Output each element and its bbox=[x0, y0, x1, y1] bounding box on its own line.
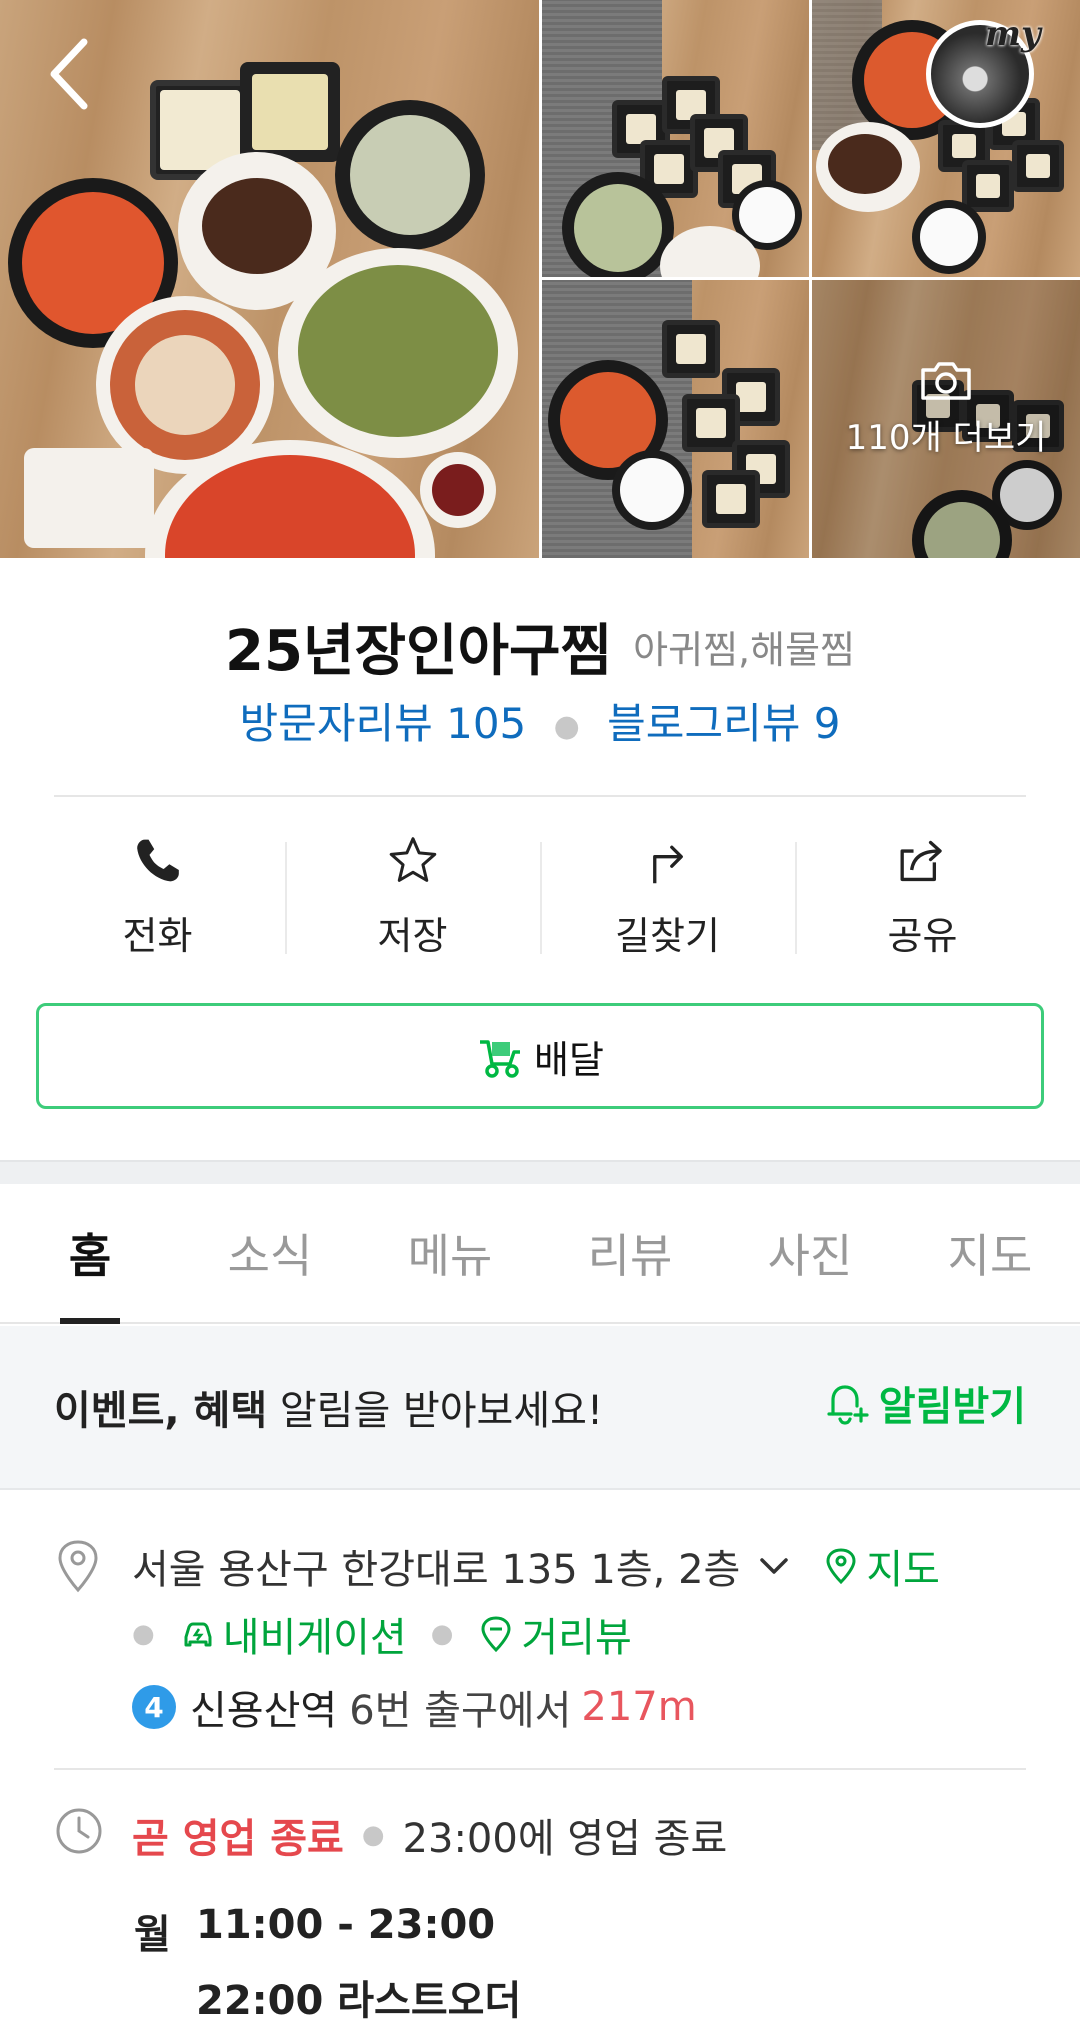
navigation-link[interactable]: 내비게이션 bbox=[179, 1605, 407, 1663]
streetview-link-label: 거리뷰 bbox=[521, 1615, 632, 1661]
my-tag: my bbox=[985, 14, 1041, 54]
camera-icon bbox=[921, 362, 971, 400]
notification-bold-text: 이벤트, 혜택 bbox=[54, 1388, 268, 1434]
hours-time: 11:00 - 23:00 bbox=[196, 1902, 496, 1948]
delivery-truck-icon bbox=[480, 1040, 521, 1078]
notification-banner: 이벤트, 혜택 알림을 받아보세요! 알림받기 bbox=[0, 1326, 1080, 1490]
subscribe-alerts-label: 알림받기 bbox=[878, 1384, 1026, 1430]
tab-home[interactable]: 홈 bbox=[0, 1184, 180, 1324]
delivery-label: 배달 bbox=[534, 1037, 604, 1082]
tab-map[interactable]: 지도 bbox=[900, 1184, 1080, 1322]
place-category: 아귀찜,해물찜 bbox=[633, 628, 855, 672]
streetview-pin-icon bbox=[481, 1616, 511, 1653]
business-hours-row[interactable]: 곧 영업 종료 ● 23:00에 영업 종료 bbox=[132, 1806, 727, 1864]
separator-dot: ● bbox=[430, 1619, 454, 1649]
location-pin-icon bbox=[58, 1540, 98, 1593]
directions-button[interactable]: 길찾기 bbox=[540, 830, 795, 960]
notification-plain-text: 알림을 받아보세요! bbox=[267, 1388, 603, 1434]
clock-icon bbox=[56, 1808, 102, 1854]
share-label: 공유 bbox=[887, 914, 958, 958]
visitor-reviews-link[interactable]: 방문자리뷰 105 bbox=[240, 699, 527, 748]
delivery-button[interactable]: 배달 bbox=[36, 1003, 1044, 1109]
more-photos-label: 110개 더보기 bbox=[845, 418, 1047, 458]
separator-dot: ● bbox=[361, 1820, 385, 1850]
last-order-time: 22:00 라스트오더 bbox=[196, 1978, 522, 2019]
address-row: 서울 용산구 한강대로 135 1층, 2층 지도 bbox=[132, 1537, 940, 1595]
call-label: 전화 bbox=[122, 914, 193, 958]
place-name: 25년장인아구찜 bbox=[225, 619, 613, 684]
chevron-left-icon bbox=[50, 38, 88, 110]
map-pin-icon bbox=[826, 1548, 856, 1585]
directions-icon bbox=[652, 845, 683, 884]
back-button[interactable] bbox=[40, 34, 100, 114]
tab-menu[interactable]: 메뉴 bbox=[360, 1184, 540, 1322]
car-icon bbox=[184, 1622, 212, 1647]
call-button[interactable]: 전화 bbox=[30, 830, 285, 960]
business-hours-summary: 23:00에 영업 종료 bbox=[402, 1816, 728, 1862]
more-photos-button[interactable]: 110개 더보기 bbox=[812, 360, 1080, 459]
chevron-down-icon[interactable] bbox=[756, 1548, 792, 1584]
action-bar: 전화 저장 길찾기 공유 bbox=[30, 830, 1050, 960]
station-exit: 6번 출구에서 bbox=[349, 1688, 572, 1734]
map-link-label: 지도 bbox=[866, 1547, 940, 1593]
section-divider bbox=[0, 1160, 1080, 1184]
directions-label: 길찾기 bbox=[615, 914, 720, 958]
streetview-link[interactable]: 거리뷰 bbox=[477, 1605, 632, 1663]
food-photo-1[interactable] bbox=[542, 0, 809, 277]
station-distance: 217m bbox=[581, 1684, 697, 1730]
address-links-row: ● 내비게이션 ● 거리뷰 bbox=[132, 1605, 632, 1663]
subway-line-badge: 4 bbox=[132, 1685, 176, 1729]
phone-icon bbox=[136, 839, 179, 882]
map-link[interactable]: 지도 bbox=[822, 1537, 940, 1595]
hours-day: 월 bbox=[134, 1912, 171, 1958]
share-icon bbox=[900, 840, 942, 882]
blog-reviews-link[interactable]: 블로그리뷰 9 bbox=[607, 699, 840, 748]
separator-dot: ● bbox=[553, 709, 580, 744]
subway-info: 4 신용산역 6번 출구에서 217m bbox=[132, 1678, 697, 1736]
photo-gallery: my 110개 더보기 bbox=[0, 0, 1080, 558]
business-status: 곧 영업 종료 bbox=[132, 1816, 344, 1862]
subscribe-alerts-button[interactable]: 알림받기 bbox=[821, 1374, 1026, 1432]
navigation-link-label: 내비게이션 bbox=[222, 1615, 407, 1661]
bell-plus-icon bbox=[827, 1385, 869, 1425]
address-text[interactable]: 서울 용산구 한강대로 135 1층, 2층 bbox=[132, 1537, 740, 1595]
save-label: 저장 bbox=[377, 914, 448, 958]
tab-bar: 홈 소식 메뉴 리뷰 사진 지도 bbox=[0, 1184, 1080, 1324]
tab-news[interactable]: 소식 bbox=[180, 1184, 360, 1322]
station-name: 신용산역 bbox=[190, 1688, 338, 1734]
star-icon bbox=[389, 837, 436, 882]
tab-reviews[interactable]: 리뷰 bbox=[540, 1184, 720, 1322]
tab-photos[interactable]: 사진 bbox=[720, 1184, 900, 1322]
place-header: 25년장인아구찜 아귀찜,해물찜 bbox=[0, 606, 1080, 687]
save-button[interactable]: 저장 bbox=[285, 830, 540, 960]
notification-text: 이벤트, 혜택 알림을 받아보세요! bbox=[54, 1378, 603, 1436]
divider bbox=[54, 795, 1026, 797]
separator-dot: ● bbox=[132, 1619, 155, 1649]
share-button[interactable]: 공유 bbox=[795, 830, 1050, 960]
divider bbox=[54, 1768, 1026, 1770]
food-photo-3[interactable] bbox=[542, 280, 809, 558]
review-links: 방문자리뷰 105 ● 블로그리뷰 9 bbox=[0, 690, 1080, 751]
